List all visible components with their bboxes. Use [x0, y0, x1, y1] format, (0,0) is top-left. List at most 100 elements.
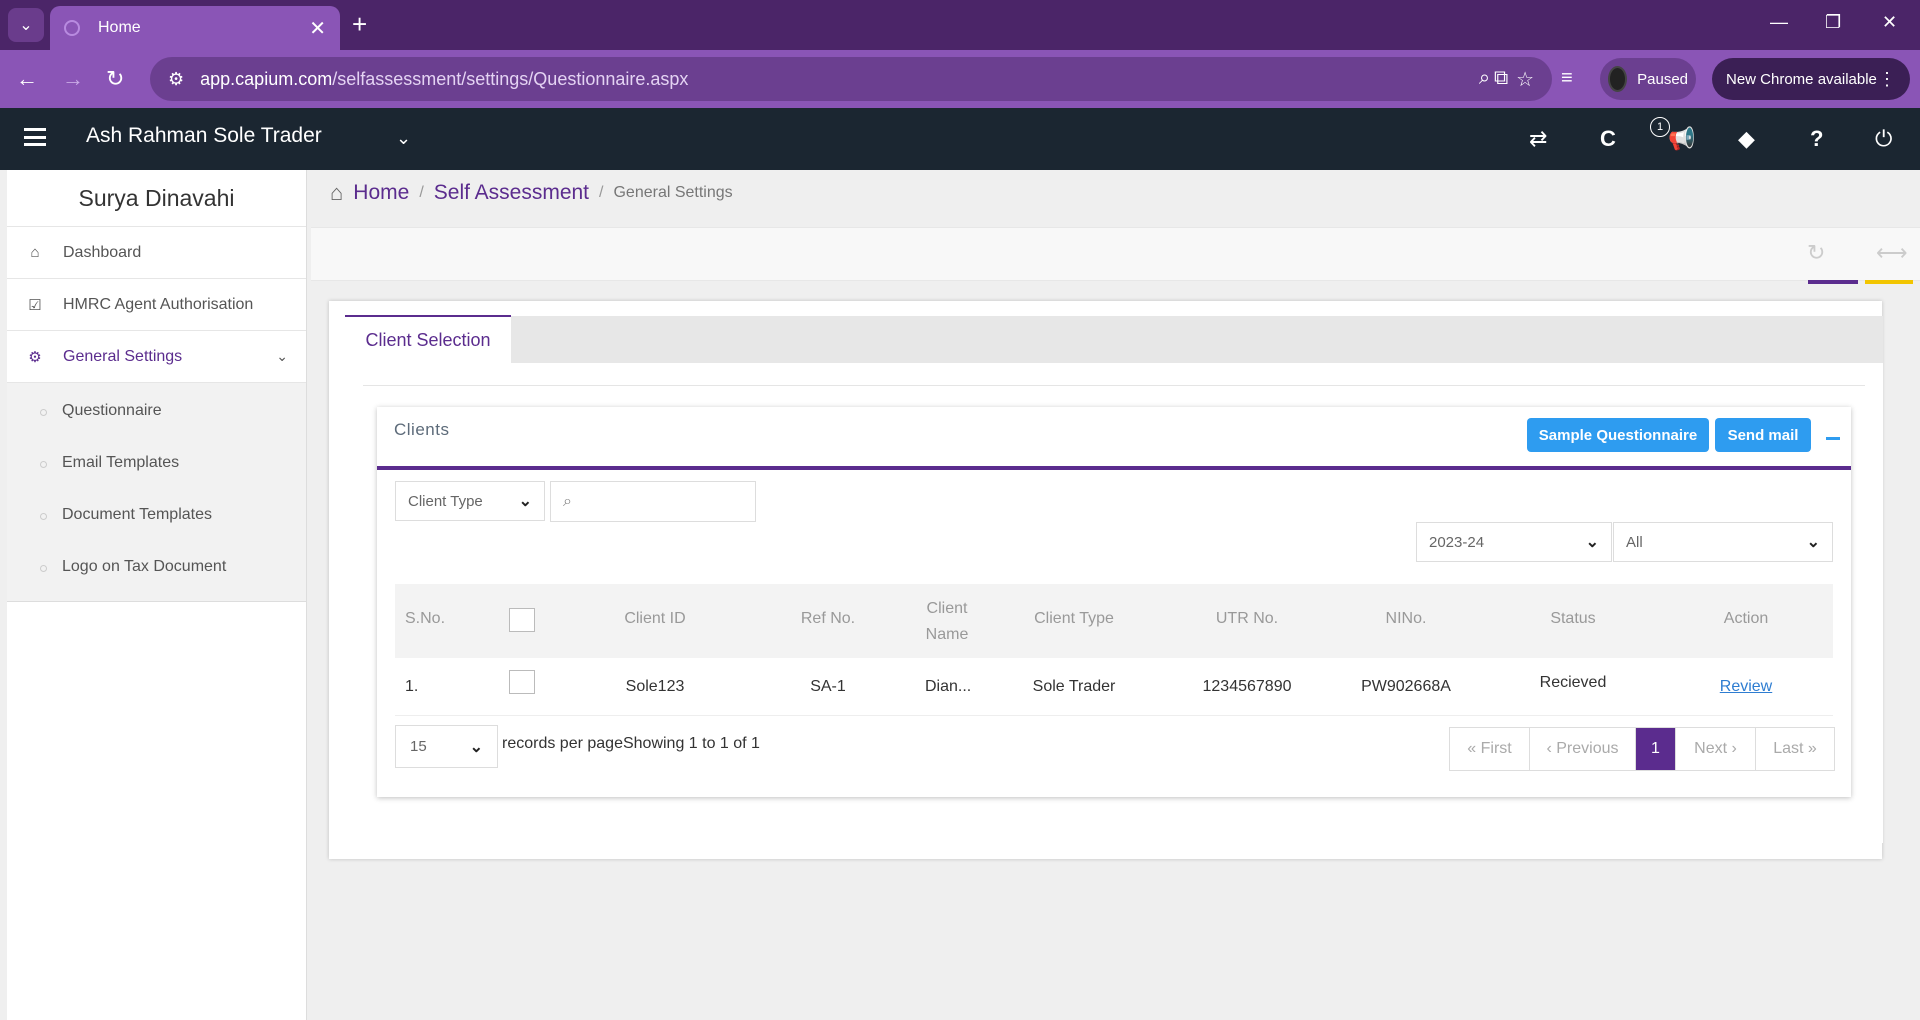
status-value: All: [1626, 533, 1643, 551]
tab-strip: [345, 316, 1883, 363]
company-dropdown-chevron-icon[interactable]: ⌄: [396, 128, 411, 149]
panel-title: Clients: [394, 420, 450, 439]
year-value: 2023-24: [1429, 533, 1485, 551]
sidebar-submenu: Questionnaire Email Templates Document T…: [7, 383, 306, 602]
tab-client-selection[interactable]: Client Selection: [345, 315, 511, 363]
breadcrumb-separator: /: [599, 184, 604, 201]
chevron-down-icon: ⌄: [469, 738, 483, 756]
col-sno: S.No.: [405, 610, 446, 627]
reload-icon[interactable]: ↻: [106, 66, 124, 92]
zoom-icon[interactable]: ⌕: [1479, 67, 1490, 92]
power-icon[interactable]: ⏻: [1875, 126, 1892, 152]
pager-previous-button[interactable]: ‹ Previous: [1530, 728, 1636, 770]
update-chrome-button[interactable]: New Chrome available ⋮: [1712, 58, 1910, 100]
expand-underline: [1865, 280, 1913, 284]
sidebar-subitem-logo-on-tax-document[interactable]: Logo on Tax Document: [7, 541, 306, 593]
pager-page-1[interactable]: 1: [1636, 728, 1676, 770]
pager-first-button[interactable]: « First: [1450, 728, 1530, 770]
company-name: Ash Rahman Sole Trader: [86, 124, 322, 147]
chevron-down-icon: ⌄: [19, 17, 33, 34]
notification-badge: 1: [1650, 117, 1670, 137]
col-client-name: Client Name: [925, 600, 969, 643]
search-input[interactable]: ⌕: [550, 481, 756, 522]
sidebar: Surya Dinavahi ⌂ Dashboard ☑ HMRC Agent …: [7, 170, 307, 1020]
sidebar-item-hmrc-agent-authorisation[interactable]: ☑ HMRC Agent Authorisation: [7, 279, 306, 331]
sidebar-item-label: HMRC Agent Authorisation: [63, 295, 254, 313]
chevron-down-icon: ⌄: [1585, 534, 1599, 551]
cell-utr-no: 1234567890: [1202, 678, 1292, 695]
profile-button[interactable]: Paused: [1600, 58, 1696, 100]
breadcrumb: ⌂ Home / Self Assessment / General Setti…: [330, 180, 733, 206]
minimize-icon[interactable]: —: [1770, 12, 1788, 33]
search-icon: ⌕: [563, 492, 572, 510]
sidebar-item-dashboard[interactable]: ⌂ Dashboard: [7, 227, 306, 279]
sidebar-subitem-questionnaire[interactable]: Questionnaire: [7, 385, 306, 437]
sidebar-item-general-settings[interactable]: ⚙ General Settings ⌄: [7, 331, 306, 383]
col-status: Status: [1550, 610, 1596, 627]
select-all-checkbox[interactable]: [509, 608, 535, 632]
cell-nino: PW902668A: [1361, 678, 1451, 695]
showing-label: Showing 1 to 1 of 1: [622, 735, 760, 752]
collapse-icon[interactable]: [1826, 437, 1840, 440]
extensions-icon[interactable]: ⧉: [1494, 67, 1508, 90]
announcement-icon[interactable]: 📢: [1668, 126, 1695, 152]
col-ref-no: Ref No.: [800, 610, 856, 627]
col-utr-no: UTR No.: [1215, 610, 1279, 627]
status-select[interactable]: All ⌄: [1613, 522, 1833, 562]
browser-toolbar: ← → ↻ ⚙ app.capium.com/selfassessment/se…: [0, 50, 1920, 108]
site-info-icon[interactable]: ⚙: [168, 69, 184, 90]
col-nino: NINo.: [1385, 610, 1427, 627]
pager-next-button[interactable]: Next ›: [1676, 728, 1756, 770]
cell-client-type: Sole Trader: [1032, 678, 1116, 695]
refresh-underline: [1808, 280, 1858, 284]
col-client-id: Client ID: [624, 610, 686, 627]
review-link[interactable]: Review: [1676, 678, 1816, 696]
menu-dots-icon: ⋮: [1878, 68, 1896, 89]
bookmark-star-icon[interactable]: ☆: [1516, 67, 1534, 92]
expand-icon[interactable]: ⟷: [1876, 240, 1908, 266]
hamburger-menu-icon[interactable]: [24, 128, 46, 146]
tab-search-button[interactable]: ⌄: [8, 8, 44, 42]
switch-icon[interactable]: ⇄: [1529, 126, 1547, 152]
pager-last-button[interactable]: Last »: [1756, 728, 1834, 770]
app-header: Ash Rahman Sole Trader ⌄ ⇄ C 1 📢 ◆ ? ⏻: [0, 108, 1920, 170]
records-info: records per pageShowing 1 to 1 of 1: [502, 735, 760, 753]
chevron-down-icon: ⌄: [1806, 534, 1820, 551]
records-per-page-select[interactable]: 15 ⌄: [395, 725, 498, 768]
refresh-icon[interactable]: ↻: [1807, 240, 1825, 266]
window-close-icon[interactable]: ✕: [1882, 12, 1897, 33]
sidebar-subitem-email-templates[interactable]: Email Templates: [7, 437, 306, 489]
close-icon[interactable]: ✕: [309, 16, 326, 41]
panel-accent-bar: [377, 466, 1851, 470]
cell-status: Recieved: [1539, 674, 1607, 691]
profile-status: Paused: [1637, 70, 1688, 88]
ticket-icon[interactable]: ◆: [1738, 126, 1755, 152]
sidebar-subitem-document-templates[interactable]: Document Templates: [7, 489, 306, 541]
cell-sno: 1.: [405, 678, 419, 695]
breadcrumb-current: General Settings: [613, 184, 733, 201]
col-action: Action: [1723, 610, 1769, 627]
chevron-down-icon: ⌄: [276, 348, 288, 364]
cell-client-name: Dian...: [925, 678, 972, 695]
help-icon[interactable]: ?: [1810, 126, 1823, 152]
year-select[interactable]: 2023-24 ⌄: [1416, 522, 1612, 562]
media-control-icon[interactable]: ≡: [1561, 67, 1573, 90]
breadcrumb-home[interactable]: Home: [353, 181, 409, 205]
browser-tab[interactable]: Home ✕: [50, 6, 340, 50]
tab-title: Home: [98, 19, 141, 36]
browser-tab-bar: ⌄ Home ✕ + — ❐ ✕: [0, 0, 1920, 50]
breadcrumb-self-assessment[interactable]: Self Assessment: [434, 181, 589, 205]
home-icon: ⌂: [30, 244, 40, 261]
send-mail-button[interactable]: Send mail: [1715, 418, 1811, 452]
sample-questionnaire-button[interactable]: Sample Questionnaire: [1527, 418, 1709, 452]
favicon-icon: [64, 20, 80, 36]
restore-icon[interactable]: ❐: [1825, 12, 1841, 33]
forward-icon[interactable]: →: [62, 66, 84, 92]
client-type-select[interactable]: Client Type ⌄: [395, 481, 545, 521]
capium-logo-icon[interactable]: C: [1600, 126, 1616, 152]
home-icon[interactable]: ⌂: [330, 180, 343, 206]
address-bar[interactable]: ⚙ app.capium.com/selfassessment/settings…: [150, 57, 1552, 101]
new-tab-button[interactable]: +: [352, 10, 367, 38]
back-icon[interactable]: ←: [16, 66, 38, 92]
row-checkbox[interactable]: [509, 670, 535, 694]
